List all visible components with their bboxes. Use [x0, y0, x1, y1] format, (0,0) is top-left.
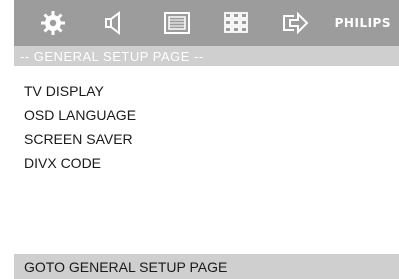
status-text: GOTO GENERAL SETUP PAGE	[24, 259, 228, 275]
page-title-bar: -- GENERAL SETUP PAGE --	[14, 46, 399, 66]
menu-item-osd-language[interactable]: OSD LANGUAGE	[24, 107, 136, 123]
menu-item-screen-saver[interactable]: SCREEN SAVER	[24, 131, 133, 147]
page-title: -- GENERAL SETUP PAGE --	[20, 49, 204, 64]
status-bar: GOTO GENERAL SETUP PAGE	[14, 254, 399, 279]
grid-icon[interactable]	[221, 9, 251, 37]
menu-item-divx-code[interactable]: DIVX CODE	[24, 155, 101, 171]
speaker-icon[interactable]	[98, 9, 128, 37]
menu-item-tv-display[interactable]: TV DISPLAY	[24, 83, 104, 99]
display-icon[interactable]	[162, 9, 192, 37]
setup-toolbar: PHILIPS	[14, 0, 399, 46]
export-icon[interactable]	[280, 9, 310, 37]
brand-logo: PHILIPS	[334, 16, 391, 30]
settings-icon[interactable]	[38, 9, 68, 37]
dvd-setup-screen: PHILIPS -- GENERAL SETUP PAGE -- TV DISP…	[14, 0, 399, 279]
